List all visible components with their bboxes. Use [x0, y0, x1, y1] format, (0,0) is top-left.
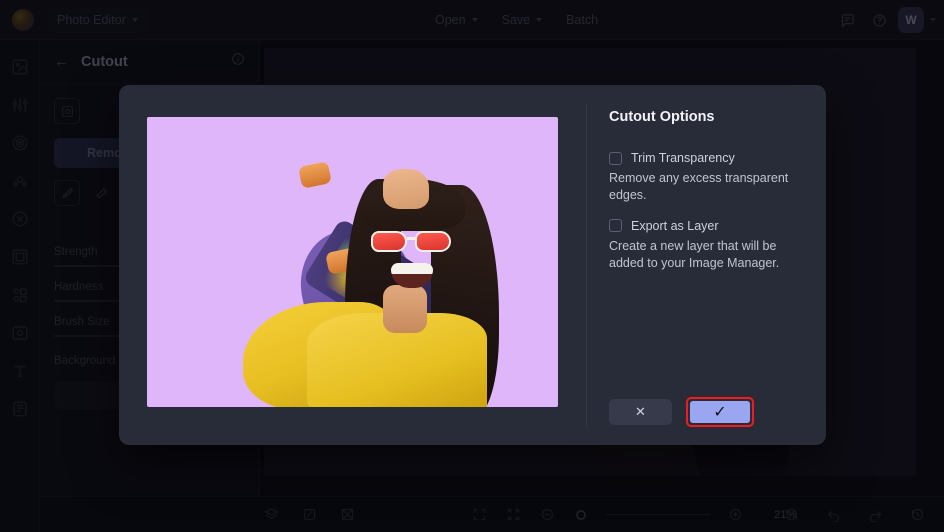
preview-lens-left: [371, 231, 407, 252]
photo-editor-app: Photo Editor Open Save Batch: [0, 0, 944, 532]
check-icon: ✓: [713, 404, 727, 421]
export-as-layer-option[interactable]: Export as Layer: [609, 219, 804, 233]
trim-transparency-description: Remove any excess transparent edges.: [609, 171, 789, 203]
export-as-layer-checkbox[interactable]: [609, 219, 622, 232]
cutout-options-pane: Cutout Options Trim Transparency Remove …: [587, 85, 826, 445]
confirm-button-highlight: ✓: [686, 397, 754, 427]
preview-lens-right: [415, 231, 451, 252]
cutout-options-dialog: Cutout Options Trim Transparency Remove …: [119, 85, 826, 445]
close-icon: ✕: [635, 404, 646, 419]
cutout-preview-image: [147, 117, 558, 407]
trim-transparency-option[interactable]: Trim Transparency: [609, 151, 804, 165]
dialog-footer: ✕ ✓: [609, 397, 804, 427]
cutout-preview-pane: [119, 85, 586, 445]
preview-teeth: [391, 263, 433, 274]
trim-transparency-checkbox[interactable]: [609, 151, 622, 165]
preview-skateboard-wheel-top: [298, 161, 332, 189]
cutout-options-title: Cutout Options: [609, 109, 715, 125]
export-as-layer-label: Export as Layer: [631, 218, 719, 233]
trim-transparency-label: Trim Transparency: [631, 151, 735, 165]
confirm-button[interactable]: ✓: [690, 401, 750, 423]
preview-hand: [383, 169, 429, 209]
preview-sunglasses: [371, 231, 455, 253]
cancel-button[interactable]: ✕: [609, 399, 672, 425]
export-as-layer-description: Create a new layer that will be added to…: [609, 238, 780, 270]
